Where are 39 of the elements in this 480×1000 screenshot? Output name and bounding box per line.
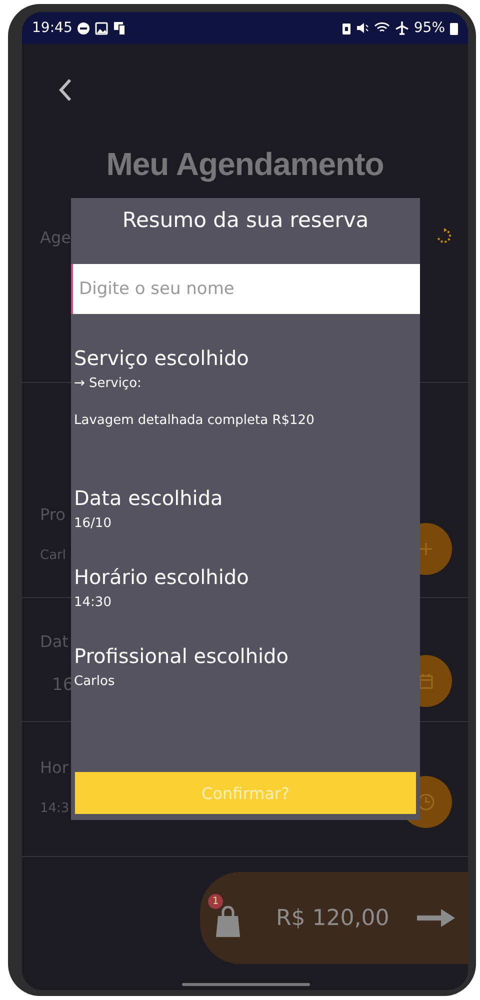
mute-icon — [356, 22, 369, 34]
cart-total: R$ 120,00 — [276, 906, 390, 930]
battery-percent: 95% — [414, 20, 445, 36]
section-text: 14:30 — [74, 595, 112, 610]
calendar-icon — [419, 673, 433, 689]
wifi-icon — [374, 22, 390, 34]
page-title: Meu Agendamento — [106, 146, 384, 183]
cart-bar[interactable]: 1 R$ 120,00 — [200, 872, 468, 964]
battery-saver-icon — [342, 22, 351, 34]
dialog-title: Resumo da sua reserva — [121, 208, 370, 234]
section-text: → Serviço: — [74, 376, 142, 391]
do-not-disturb-icon — [77, 22, 90, 34]
field-label: Age — [40, 228, 71, 247]
section-text: Carlos — [74, 674, 115, 689]
field-label: Dat — [40, 632, 68, 651]
refresh-button[interactable] — [436, 228, 452, 244]
section-heading: Data escolhida — [74, 486, 223, 510]
refresh-icon — [436, 228, 452, 244]
name-input-field[interactable]: Digite o seu nome — [71, 264, 420, 314]
battery-icon — [450, 22, 458, 34]
cart-count-badge: 1 — [208, 894, 223, 909]
status-time: 19:45 — [32, 20, 72, 36]
field-label: Pro — [40, 505, 66, 524]
field-label: Hor — [40, 758, 68, 777]
screen-mirror-icon — [113, 21, 128, 35]
back-icon[interactable] — [58, 78, 72, 102]
shopping-bag-icon — [214, 906, 242, 938]
section-text: 16/10 — [74, 516, 112, 531]
image-icon — [95, 22, 108, 34]
section-heading: Horário escolhido — [74, 565, 249, 589]
section-heading: Serviço escolhido — [74, 346, 249, 370]
field-value: Carl — [40, 548, 66, 563]
section-text: Lavagem detalhada completa R$120 — [74, 413, 314, 428]
clock-icon — [417, 793, 435, 811]
plus-icon — [419, 542, 433, 556]
field-value: 14:3 — [40, 801, 70, 816]
airplane-icon — [394, 21, 409, 35]
section-heading: Profissional escolhido — [74, 644, 288, 668]
arrow-right-icon[interactable] — [417, 908, 458, 928]
